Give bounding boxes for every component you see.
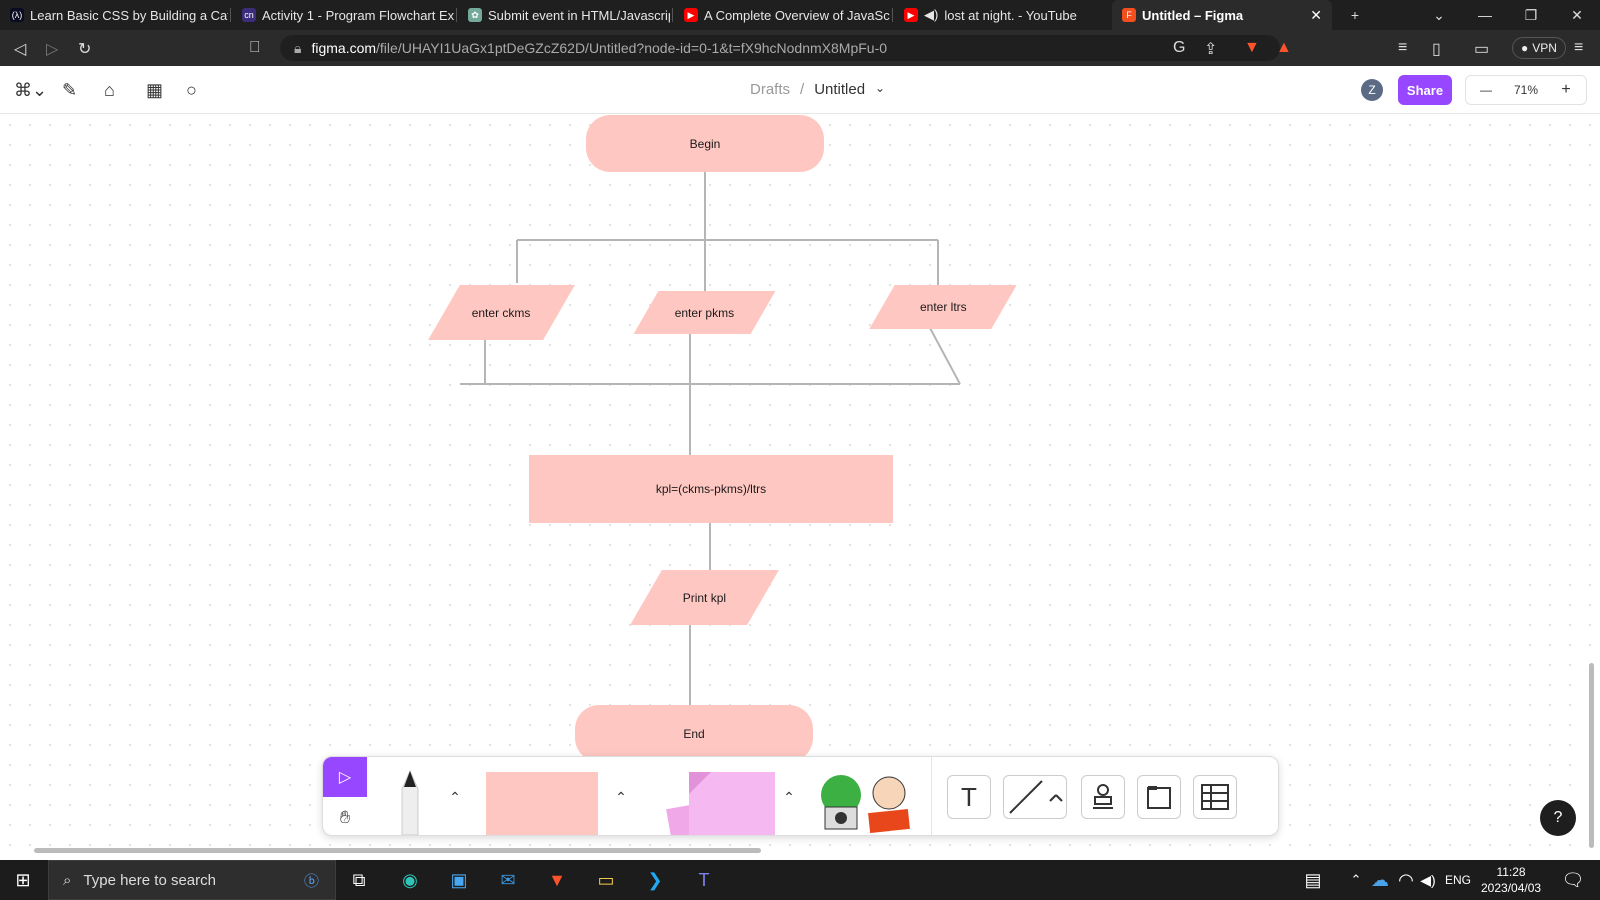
edge-icon[interactable]: ◉ (397, 868, 423, 892)
search-icon: ⌕ (63, 871, 72, 889)
stamp-tool-icon[interactable] (1081, 775, 1125, 819)
tab-submit-event[interactable]: ✿ Submit event in HTML/Javascript (458, 0, 670, 30)
help-button[interactable]: ? (1540, 800, 1576, 836)
zoom-out-button[interactable]: — (1466, 83, 1506, 97)
notifications-icon[interactable]: 🗨︎ (1560, 868, 1586, 892)
chevron-up-icon[interactable]: ⌃ (611, 785, 631, 809)
reload-icon[interactable]: ↻ (78, 39, 91, 59)
close-tab-icon[interactable]: ✕ (1310, 7, 1322, 24)
google-icon[interactable]: G (1173, 39, 1185, 57)
news-widget-icon[interactable]: ▤ (1300, 868, 1326, 892)
avatar[interactable]: Z (1361, 79, 1383, 101)
section-tool-icon[interactable] (1137, 775, 1181, 819)
flow-end[interactable]: End (575, 705, 813, 762)
shape-tool-icon[interactable] (486, 772, 598, 835)
new-tab-button[interactable]: + (1332, 0, 1378, 30)
course-icon: cn (242, 8, 256, 22)
language-indicator[interactable]: ENG (1445, 868, 1471, 892)
tab-lost-at-night[interactable]: ▶ ◀) lost at night. - YouTube (894, 0, 1108, 30)
share-button[interactable]: Share (1398, 75, 1452, 105)
windows-start-icon[interactable]: ⊞ (10, 868, 36, 892)
vpn-status-dot-icon: ● (1521, 41, 1529, 55)
share-page-icon[interactable]: ⇪ (1204, 39, 1217, 59)
resources-icon[interactable]: ⌂ (104, 80, 115, 101)
address-bar[interactable]: 🔒︎ figma.com /file/UHAYI1UaGx1ptDeGZcZ62… (280, 35, 1280, 61)
file-explorer-icon[interactable]: ▭ (593, 868, 619, 892)
sticky-note-icon[interactable] (639, 772, 775, 835)
youtube-icon: ▶ (684, 8, 698, 22)
flow-input-ltrs[interactable]: enter ltrs (869, 285, 1017, 329)
vscode-icon[interactable]: ❯ (642, 868, 668, 892)
bing-icon[interactable]: ⓑ (304, 870, 319, 891)
comment-icon[interactable]: ○ (186, 80, 197, 101)
templates-icon[interactable]: ▦ (146, 80, 163, 101)
chevron-up-icon[interactable]: ⌃ (445, 785, 465, 809)
clock[interactable]: 11:28 2023/04/03 (1481, 864, 1541, 896)
chevron-down-icon[interactable]: ⌄ (875, 81, 885, 98)
breadcrumb: Drafts / Untitled ⌄ (750, 81, 885, 98)
restore-button[interactable]: ❐ (1508, 0, 1554, 30)
menu-icon[interactable]: ≡ (1574, 39, 1583, 57)
breadcrumb-separator: / (800, 81, 805, 98)
flow-input-pkms[interactable]: enter pkms (633, 291, 776, 334)
lock-icon: 🔒︎ (294, 39, 302, 56)
onedrive-icon[interactable]: ☁ (1367, 868, 1393, 892)
teams-icon[interactable]: T (691, 868, 717, 892)
ai-tools-icon[interactable]: ✎ (62, 80, 77, 101)
creation-toolbar: ▷ ✋︎ ⌃ ⌃ ⌃ T (322, 756, 1279, 836)
wallet-icon[interactable]: ▭ (1474, 39, 1489, 59)
connector-tool-icon[interactable] (1003, 775, 1067, 819)
figma-menu-icon[interactable]: ⌘⌄ (14, 80, 47, 101)
figma-toolbar: ⌘⌄ ✎ ⌂ ▦ ○ Drafts / Untitled ⌄ Z Share —… (0, 66, 1600, 114)
zoom-controls: — 71% + (1465, 75, 1587, 105)
store-icon[interactable]: ▣ (446, 868, 472, 892)
table-tool-icon[interactable] (1193, 775, 1237, 819)
sidebar-icon[interactable]: ▯ (1432, 39, 1441, 59)
marker-pen-icon[interactable] (385, 767, 435, 835)
audio-playing-icon[interactable]: ◀) (924, 7, 938, 23)
browser-toolbar: ◁ ▷ ↻ ⎕ 🔒︎ figma.com /file/UHAYI1UaGx1pt… (0, 30, 1600, 66)
back-icon[interactable]: ◁ (14, 39, 26, 59)
tab-flowchart-activity[interactable]: cn Activity 1 - Program Flowchart Exa (232, 0, 454, 30)
flow-process-kpl[interactable]: kpl=(ckms-pkms)/ltrs (529, 455, 893, 523)
zoom-in-button[interactable]: + (1546, 81, 1586, 99)
hand-tool-icon[interactable]: ✋︎ (323, 797, 367, 835)
bookmark-icon[interactable]: ⎕ (250, 39, 260, 57)
brave-rewards-icon[interactable]: ▲ (1276, 39, 1292, 57)
vertical-scrollbar[interactable] (1589, 663, 1594, 848)
youtube-icon: ▶ (904, 8, 918, 22)
taskbar-search-box[interactable]: ⌕ Type here to search ⓑ (48, 860, 336, 900)
forward-icon[interactable]: ▷ (46, 39, 58, 59)
playlist-icon[interactable]: ≡ (1398, 39, 1407, 57)
horizontal-scrollbar[interactable] (34, 848, 761, 853)
canvas[interactable]: Begin enter ckms enter pkms enter ltrs k… (0, 115, 1600, 855)
close-window-button[interactable]: ✕ (1554, 0, 1600, 30)
brave-shield-icon[interactable]: ▼ (1244, 39, 1260, 57)
vpn-button[interactable]: ● VPN (1512, 37, 1566, 59)
windows-taskbar: ⊞ ⌕ Type here to search ⓑ ⧉ ◉ ▣ ✉ ▼ ▭ ❯ … (0, 860, 1600, 900)
file-name[interactable]: Untitled (814, 81, 865, 98)
chevron-up-icon[interactable]: ⌃ (779, 785, 799, 809)
tray-chevron-icon[interactable]: ⌃ (1343, 868, 1369, 892)
chatgpt-icon: ✿ (468, 8, 482, 22)
tab-search-chevron-icon[interactable]: ⌄ (1416, 0, 1462, 30)
freecodecamp-icon: (λ) (10, 8, 24, 22)
brave-icon[interactable]: ▼ (544, 868, 570, 892)
breadcrumb-drafts[interactable]: Drafts (750, 81, 790, 98)
mail-icon[interactable]: ✉ (495, 868, 521, 892)
zoom-level[interactable]: 71% (1506, 83, 1546, 97)
flow-begin[interactable]: Begin (586, 115, 824, 172)
tab-figma-active[interactable]: F Untitled – Figma ✕ (1112, 0, 1332, 30)
volume-icon[interactable]: ◀) (1415, 868, 1441, 892)
figma-icon: F (1122, 8, 1136, 22)
tab-js-overview[interactable]: ▶ A Complete Overview of JavaScript (674, 0, 890, 30)
text-tool-icon[interactable]: T (947, 775, 991, 819)
stickers-icon[interactable] (811, 767, 921, 833)
task-view-icon[interactable]: ⧉ (346, 868, 372, 892)
browser-tab-strip: (λ) Learn Basic CSS by Building a Cafe c… (0, 0, 1600, 30)
minimize-button[interactable]: — (1462, 0, 1508, 30)
tab-css-cafe[interactable]: (λ) Learn Basic CSS by Building a Cafe (0, 0, 228, 30)
move-tool-icon[interactable]: ▷ (323, 757, 367, 797)
